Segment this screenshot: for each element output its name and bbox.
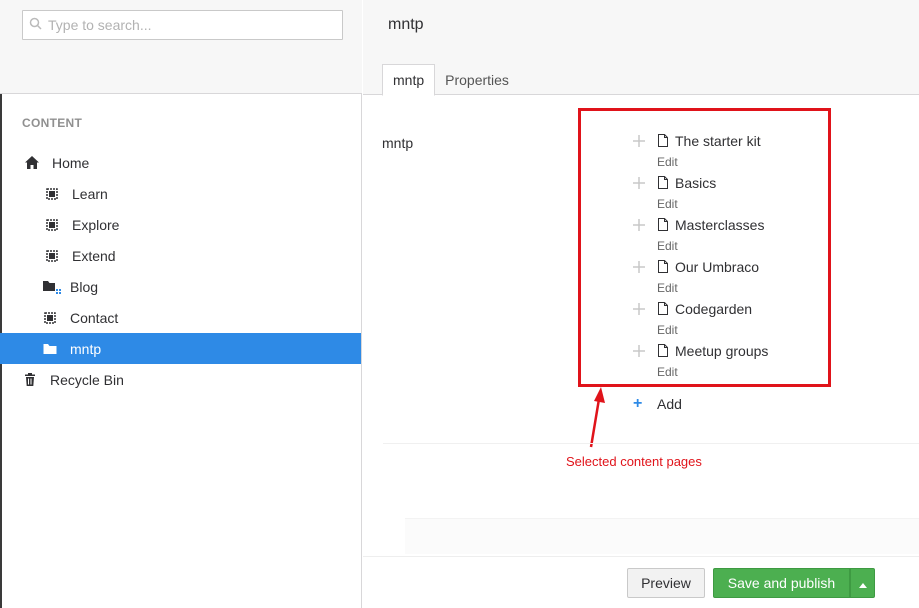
property-label: mntp [382, 135, 414, 151]
folder-icon [42, 341, 58, 357]
trash-icon [22, 372, 38, 388]
annotation-arrow [589, 387, 605, 448]
editor-header: mntp mntp Properties [363, 0, 919, 96]
home-icon [24, 155, 40, 171]
tree-item-home[interactable]: Home [0, 147, 361, 178]
annotation-text: Selected content pages [566, 454, 702, 469]
search-box[interactable] [22, 10, 343, 40]
content-tree: Home Learn Explore Extend Blog Contact m… [0, 147, 361, 395]
tree-item-label: Recycle Bin [50, 371, 124, 388]
search-area [0, 0, 362, 94]
tree-item-label: Extend [72, 247, 116, 264]
add-label: Add [657, 396, 682, 412]
tree-panel: CONTENT Home Learn Explore [0, 0, 362, 608]
tree-item-mntp[interactable]: mntp [0, 333, 361, 364]
publish-options-button[interactable] [850, 568, 875, 598]
tab-mntp[interactable]: mntp [382, 64, 436, 96]
grid-page-icon [42, 310, 58, 326]
caret-up-icon [858, 575, 867, 591]
editor-footer: Preview Save and publish [363, 556, 919, 608]
editor-panel: mntp mntp Properties mntp The starter ki… [363, 0, 919, 608]
grid-page-icon [44, 248, 60, 264]
tree-item-label: mntp [70, 340, 102, 357]
preview-button[interactable]: Preview [627, 568, 705, 598]
divider [383, 443, 919, 444]
tree-item-label: Contact [70, 309, 119, 326]
save-and-publish-button[interactable]: Save and publish [713, 568, 850, 598]
section-title: CONTENT [22, 116, 83, 130]
tree-item-extend[interactable]: Extend [0, 240, 361, 271]
tree-item-recycle-bin[interactable]: Recycle Bin [0, 364, 361, 395]
tree-item-label: Learn [72, 185, 108, 202]
tree-item-label: Home [52, 154, 90, 171]
tab-properties[interactable]: Properties [435, 64, 519, 95]
tree-item-label: Blog [70, 278, 99, 295]
tree-item-label: Explore [72, 216, 120, 233]
tree-item-blog[interactable]: Blog [0, 271, 361, 302]
search-icon [29, 17, 42, 33]
search-input[interactable] [48, 17, 328, 33]
grid-page-icon [44, 217, 60, 233]
tab-bar: mntp Properties [382, 64, 519, 96]
tree-item-contact[interactable]: Contact [0, 302, 361, 333]
tree-item-explore[interactable]: Explore [0, 209, 361, 240]
annotation-highlight-box [578, 108, 831, 387]
grid-page-icon [44, 186, 60, 202]
tree-item-learn[interactable]: Learn [0, 178, 361, 209]
node-name[interactable]: mntp [388, 16, 424, 34]
folder-icon [42, 279, 62, 295]
empty-property-area [405, 518, 919, 554]
add-item-button[interactable]: + Add [633, 395, 682, 413]
plus-icon: + [633, 395, 643, 412]
